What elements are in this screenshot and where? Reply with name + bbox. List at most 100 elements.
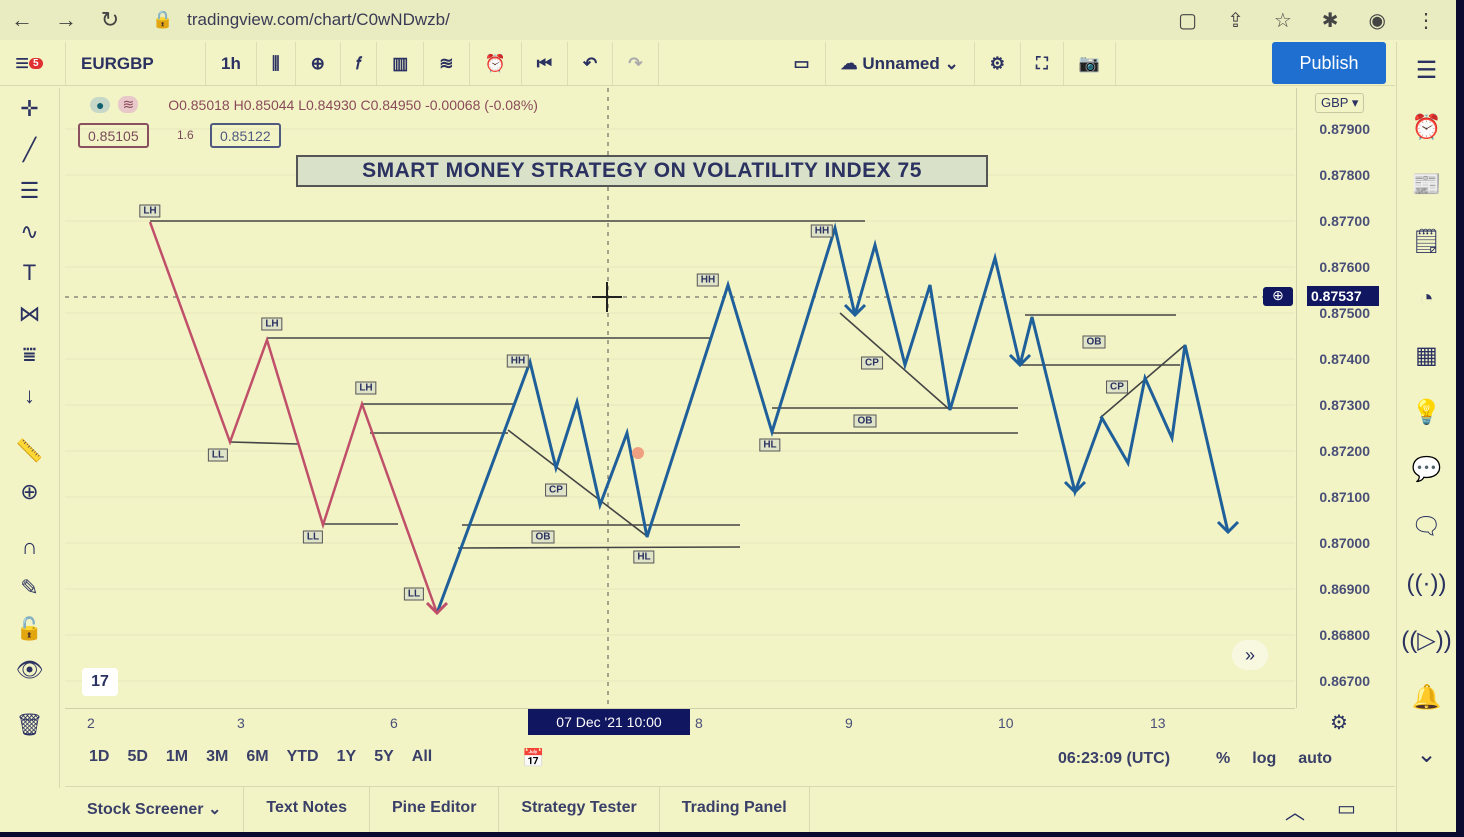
hotlist-icon[interactable]: 🗒 bbox=[1397, 213, 1456, 270]
pattern-label-cp[interactable]: CP bbox=[1106, 380, 1128, 394]
current-price-label: 0.87537 bbox=[1307, 286, 1379, 306]
tradingview-window: ← → ↻ 🔒 tradingview.com/chart/C0wNDwzb/ … bbox=[0, 0, 1456, 832]
settings-toggle[interactable]: ≋ bbox=[118, 96, 139, 113]
utc-clock[interactable]: 06:23:09 (UTC) bbox=[1058, 750, 1170, 768]
date-range-icon[interactable]: 📅 bbox=[522, 748, 544, 769]
time-tick: 8 bbox=[695, 715, 703, 731]
range-1m[interactable]: 1M bbox=[157, 748, 197, 766]
price-tick: 0.87200 bbox=[1319, 443, 1370, 459]
pattern-label-lh[interactable]: LH bbox=[355, 381, 377, 395]
calendar-icon[interactable]: ▦ bbox=[1397, 327, 1456, 384]
bottom-tab[interactable]: Trading Panel bbox=[660, 787, 810, 832]
currency-select[interactable]: GBP ▾ bbox=[1315, 93, 1365, 113]
pattern-label-hl[interactable]: HL bbox=[759, 438, 781, 452]
level-line bbox=[457, 546, 741, 549]
visibility-toggle[interactable]: ● bbox=[90, 96, 111, 113]
bell-icon[interactable]: 🔔 bbox=[1397, 669, 1456, 726]
pattern-label-hh[interactable]: HH bbox=[810, 224, 834, 238]
range-3m[interactable]: 3M bbox=[197, 748, 237, 766]
extensions-icon[interactable]: ✱ bbox=[1322, 8, 1339, 33]
pattern-label-lh[interactable]: LH bbox=[261, 317, 283, 331]
watchlist-icon[interactable]: ☰ bbox=[1397, 42, 1456, 99]
crosshair-cursor bbox=[592, 282, 622, 312]
profile-icon[interactable]: ◉ bbox=[1369, 8, 1386, 33]
right-sidebar: ☰ ⏰ 📰 🗒 ◔ ▦ 💡 💬 🗨 ((·)) ((▷)) 🔔 ⌄ bbox=[1396, 42, 1456, 832]
add-alert-icon[interactable]: ⊕ bbox=[1263, 287, 1293, 306]
price-tick: 0.87800 bbox=[1319, 167, 1370, 183]
range-ytd[interactable]: YTD bbox=[278, 748, 328, 766]
ideas-icon[interactable]: 💡 bbox=[1397, 384, 1456, 441]
bottom-tab[interactable]: Text Notes bbox=[244, 787, 370, 832]
trash-icon[interactable]: 🗑 bbox=[0, 704, 59, 745]
arrow-head bbox=[425, 601, 449, 616]
pattern-label-ob[interactable]: OB bbox=[853, 414, 877, 428]
pattern-label-lh[interactable]: LH bbox=[139, 204, 161, 218]
price-tick: 0.87700 bbox=[1319, 213, 1370, 229]
data-window-icon[interactable]: ◔ bbox=[1397, 270, 1456, 327]
pattern-label-ob[interactable]: OB bbox=[531, 530, 555, 544]
price-tick: 0.87400 bbox=[1319, 351, 1370, 367]
bottom-tab[interactable]: Stock Screener ⌄ bbox=[65, 787, 245, 832]
pattern-label-cp[interactable]: CP bbox=[861, 356, 883, 370]
price-tick: 0.86900 bbox=[1319, 581, 1370, 597]
time-axis[interactable]: 2 3 6 8 9 10 13 07 Dec '21 10:00 bbox=[65, 708, 1295, 738]
range-selector: 1D 5D 1M 3M 6M YTD 1Y 5Y All bbox=[80, 748, 441, 766]
pattern-label-hh[interactable]: HH bbox=[506, 354, 530, 368]
bottom-panel-tabs: Stock Screener ⌄ Text Notes Pine Editor Str… bbox=[65, 786, 1395, 832]
range-5y[interactable]: 5Y bbox=[365, 748, 403, 766]
pattern-label-ll[interactable]: LL bbox=[207, 448, 229, 462]
pattern-label-hh[interactable]: HH bbox=[696, 273, 720, 287]
bottom-tab[interactable]: Pine Editor bbox=[370, 787, 500, 832]
log-toggle[interactable]: log bbox=[1252, 750, 1276, 768]
messages-icon[interactable]: 🗨 bbox=[1397, 498, 1456, 555]
sell-price-button[interactable]: 0.85105 bbox=[78, 123, 149, 148]
maximize-panel-icon[interactable]: ▭ bbox=[1337, 796, 1356, 821]
chat-icon[interactable]: 💬 bbox=[1397, 441, 1456, 498]
time-tick: 13 bbox=[1150, 715, 1166, 731]
chart-title-annotation: SMART MONEY STRATEGY ON VOLATILITY INDEX… bbox=[296, 155, 988, 187]
price-tick: 0.87100 bbox=[1319, 489, 1370, 505]
cursor-dot bbox=[632, 447, 644, 459]
tradingview-logo: 17 bbox=[82, 668, 118, 696]
collapse-panel-icon[interactable]: ︿ bbox=[1285, 796, 1305, 825]
pattern-label-ll[interactable]: LL bbox=[302, 530, 324, 544]
range-all[interactable]: All bbox=[403, 748, 441, 766]
price-tick: 0.86700 bbox=[1319, 673, 1370, 689]
time-tick: 9 bbox=[845, 715, 853, 731]
range-1d[interactable]: 1D bbox=[80, 748, 118, 766]
auto-toggle[interactable]: auto bbox=[1298, 750, 1332, 768]
news-icon[interactable]: 📰 bbox=[1397, 156, 1456, 213]
streams-icon[interactable]: ((·)) bbox=[1397, 555, 1456, 612]
scale-options: 06:23:09 (UTC) % log auto bbox=[1058, 750, 1332, 768]
scroll-right-button[interactable]: » bbox=[1232, 640, 1268, 670]
percent-toggle[interactable]: % bbox=[1216, 750, 1230, 768]
price-tick: 0.87500 bbox=[1319, 305, 1370, 321]
time-tick: 10 bbox=[998, 715, 1014, 731]
range-1y[interactable]: 1Y bbox=[328, 748, 366, 766]
pattern-label-ob[interactable]: OB bbox=[1082, 335, 1106, 349]
range-5d[interactable]: 5D bbox=[118, 748, 156, 766]
price-tick: 0.87000 bbox=[1319, 535, 1370, 551]
bullish-zigzag bbox=[435, 222, 1230, 614]
live-icon[interactable]: ((▷)) bbox=[1397, 612, 1456, 669]
bottom-tab[interactable]: Strategy Tester bbox=[499, 787, 660, 832]
menu-icon[interactable]: ⋮ bbox=[1416, 8, 1436, 33]
price-tick: 0.87600 bbox=[1319, 259, 1370, 275]
time-tick: 2 bbox=[87, 715, 95, 731]
time-tick: 6 bbox=[390, 715, 398, 731]
pattern-label-cp[interactable]: CP bbox=[545, 483, 567, 497]
spread-value: 1.6 bbox=[177, 128, 194, 142]
chevron-icon[interactable]: ⌄ bbox=[1397, 726, 1456, 783]
pattern-label-hl[interactable]: HL bbox=[633, 550, 655, 564]
alarm-icon[interactable]: ⏰ bbox=[1397, 99, 1456, 156]
pattern-label-ll[interactable]: LL bbox=[403, 587, 425, 601]
buy-price-button[interactable]: 0.85122 bbox=[210, 123, 281, 148]
bearish-zigzag bbox=[148, 221, 439, 614]
axis-settings-icon[interactable]: ⚙ bbox=[1330, 710, 1348, 735]
price-axis[interactable]: GBP ▾ 0.87900 0.87800 0.87700 0.87600 0.8750… bbox=[1296, 88, 1392, 708]
ohlc-legend: ● ≋ O0.85018 H0.85044 L0.84930 C0.84950 … bbox=[90, 96, 538, 113]
ohlc-values: O0.85018 H0.85044 L0.84930 C0.84950 -0.0… bbox=[168, 96, 538, 113]
level-line bbox=[229, 441, 299, 445]
range-6m[interactable]: 6M bbox=[237, 748, 277, 766]
crosshair-time-label: 07 Dec '21 10:00 bbox=[528, 709, 690, 735]
